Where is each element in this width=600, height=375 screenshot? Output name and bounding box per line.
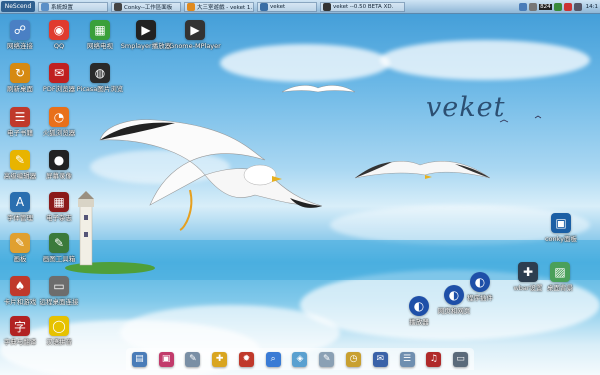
pinyin-icon: ◯	[49, 316, 69, 336]
taskbar-window-label: 大三室遊戲 - veket 1.	[197, 4, 253, 11]
qq-icon: ◉	[49, 20, 69, 40]
update-tray-icon[interactable]	[563, 2, 572, 11]
desktop-icon-wallpaper[interactable]: ▨ 桌面背景	[532, 262, 588, 292]
network-tray-icon[interactable]	[519, 2, 528, 11]
tv-icon: ▦	[90, 20, 110, 40]
desktop-icon-smplayer[interactable]: ▶ Smplayer播放器	[118, 20, 174, 50]
magazine-icon: ▦	[49, 192, 69, 212]
taskbar: NeScend 系統設置 Conky--工作區面板 大三室遊戲 - veket 1.…	[0, 0, 600, 14]
desktop-wallpaper: veket ☍ 网络连接 ◉ QQ ▦ 网络电视 ▶ Smplayer播放器 ▶ Gnome-MP…	[0, 0, 600, 375]
dock-text-icon[interactable]: ✎	[319, 351, 335, 367]
dock-terminal-icon[interactable]: ▣	[158, 351, 174, 367]
cards-icon: ♠	[10, 276, 30, 296]
taskbar-window-label: Conky--工作區面板	[124, 4, 173, 11]
desktop-icon	[260, 2, 268, 11]
battery-value: 824	[539, 3, 552, 10]
dictionary-icon: 字	[10, 316, 30, 336]
desktop-icon-label: 程序插件	[467, 294, 493, 302]
dock-mail-icon[interactable]: ✉	[372, 351, 388, 367]
record-icon: ●	[49, 150, 69, 170]
dock-search-icon[interactable]: ⌕	[265, 351, 281, 367]
conky-icon: ▣	[551, 213, 571, 233]
dock-paint-icon[interactable]: ✹	[238, 351, 254, 367]
desktop-icon-label: 画图工具箱	[42, 255, 76, 263]
dock-image-icon[interactable]: ◈	[292, 351, 308, 367]
dock-folder-icon[interactable]: ▤	[131, 351, 147, 367]
game-icon	[187, 2, 195, 11]
desktop-icon-label: 火狐浏览器	[42, 129, 76, 137]
smplayer-icon: ▶	[136, 20, 156, 40]
desktop-icon-label: Gnome-MPlayer	[169, 42, 221, 50]
seagull-small	[281, 85, 356, 93]
taskbar-window-1[interactable]: 系統設置	[38, 1, 108, 12]
desktop-icon-firefox[interactable]: ◔ 火狐浏览器	[31, 107, 87, 137]
desktop-icon-label: 屏幕录像	[46, 172, 72, 180]
draw-icon: ✎	[49, 233, 69, 253]
taskbar-window-label: veket	[270, 3, 286, 10]
paint-icon: ✎	[10, 233, 30, 253]
camera-icon: ◍	[90, 63, 110, 83]
font-icon: A	[10, 192, 30, 212]
taskbar-window-4[interactable]: veket	[257, 1, 317, 12]
wallpaper-icon: ▨	[550, 262, 570, 282]
desktop-icon-label: Picasa图片浏览	[76, 85, 124, 93]
clock: 14:1	[585, 3, 598, 10]
terminal-icon	[114, 2, 122, 11]
taskbar-window-5[interactable]: veket --0.50 BETA XD.	[320, 1, 405, 12]
desktop-icon-draw[interactable]: ✎ 画图工具箱	[31, 233, 87, 263]
desktop-icon-pinyin[interactable]: ◯ 汉语拼音	[31, 316, 87, 346]
desktop-icon-mplayer[interactable]: ▶ Gnome-MPlayer	[167, 20, 223, 50]
desktop-icon-conky[interactable]: ▣ conky面板	[533, 213, 589, 243]
taskbar-window-label: 系統設置	[51, 4, 74, 11]
plugin-icon: ◐	[470, 272, 490, 292]
desktop-icon-label: 桌面背景	[547, 284, 573, 292]
desktop-icon-camera[interactable]: ◍ Picasa图片浏览	[72, 63, 128, 93]
book-icon: ☰	[10, 107, 30, 127]
taskbar-window-label: veket --0.50 BETA XD.	[333, 3, 394, 10]
keyboard-tray-icon[interactable]	[553, 2, 562, 11]
editor-icon: ✎	[10, 150, 30, 170]
wallpaper-art	[0, 85, 600, 280]
refresh-icon: ↻	[10, 63, 30, 83]
desktop-icon-label: conky面板	[544, 235, 578, 243]
dock-edit-icon[interactable]: ✎	[185, 351, 201, 367]
dock-music-icon[interactable]: ♫	[426, 351, 442, 367]
mplayer-icon: ▶	[185, 20, 205, 40]
dock-display-icon[interactable]: ▭	[453, 351, 469, 367]
volume-tray-icon[interactable]	[529, 2, 538, 11]
desktop-icon-label: 汉语拼音	[46, 338, 72, 346]
veket-logo-text: veket	[426, 92, 506, 123]
island	[65, 262, 155, 274]
taskbar-window-3[interactable]: 大三室遊戲 - veket 1.	[184, 1, 254, 12]
dock-clock-icon[interactable]: ◷	[346, 351, 361, 367]
folder-icon	[41, 2, 49, 11]
firefox-icon: ◔	[49, 107, 69, 127]
desktop-icon-magazine[interactable]: ▦ 电子杂志	[31, 192, 87, 222]
start-button[interactable]: NeScend	[1, 1, 35, 12]
desktop-icon-label: 远程桌面连接	[39, 298, 79, 306]
desktop-icon-label: 电子杂志	[46, 214, 72, 222]
terminal-icon	[323, 2, 331, 11]
desktop-icon-record[interactable]: ● 屏幕录像	[31, 150, 87, 180]
seagull-large	[99, 119, 323, 231]
remote-icon: ▭	[49, 276, 69, 296]
bottom-dock: ▤ ▣ ✎ ✚ ✹ ⌕ ◈ ✎ ◷ ✉ ☰ ♫ ▭	[126, 348, 474, 370]
taskbar-window-2[interactable]: Conky--工作區面板	[111, 1, 181, 12]
dock-notes-icon[interactable]: ☰	[399, 351, 415, 367]
desktop-icon-remote[interactable]: ▭ 远程桌面连接	[31, 276, 87, 306]
desktop-icon-player[interactable]: ◐ 播放器	[391, 296, 447, 326]
system-tray: 824 14:1	[516, 1, 600, 12]
desktop-icon-label: Smplayer播放器	[120, 42, 172, 50]
network-icon: ☍	[10, 20, 30, 40]
pdf-icon: ✉	[49, 63, 69, 83]
dock-tools-icon[interactable]: ✚	[212, 351, 228, 367]
gear-icon[interactable]	[573, 2, 582, 11]
seagull-medium	[354, 161, 491, 179]
desktop-icon-plugin[interactable]: ◐ 程序插件	[452, 272, 508, 302]
player-icon: ◐	[409, 296, 429, 316]
desktop-icon-label: 播放器	[409, 318, 429, 326]
